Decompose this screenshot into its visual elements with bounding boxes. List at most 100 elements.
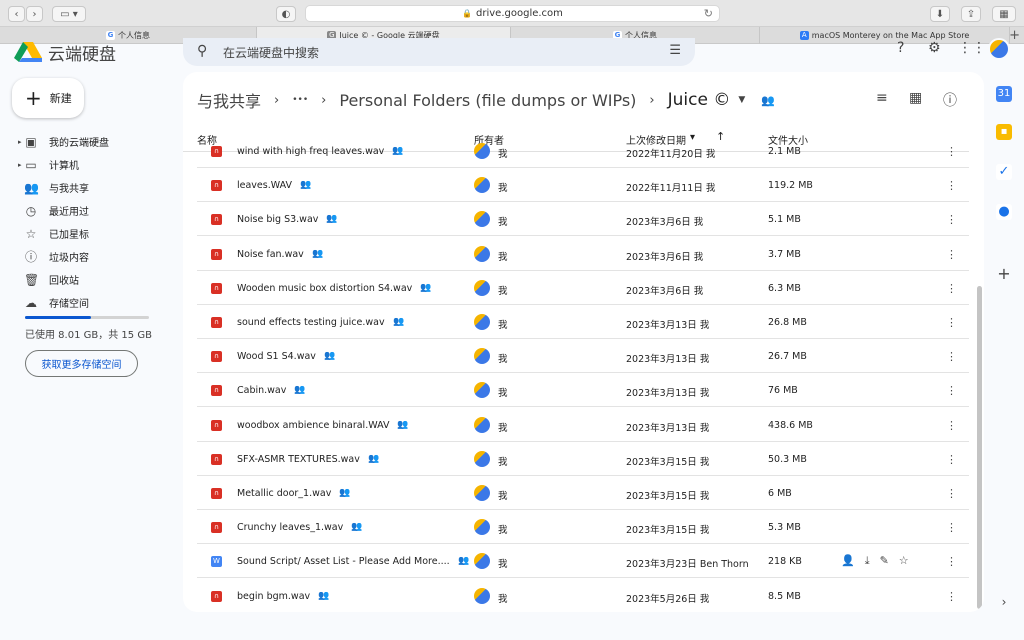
sidebar-item-recent[interactable]: ◷ 最近用过 <box>0 199 180 222</box>
table-row[interactable]: ∩ Wooden music box distortion S4.wav 👥 我 202… <box>197 271 969 305</box>
downloads-button[interactable]: ⬇ <box>930 6 950 22</box>
contacts-icon[interactable]: ● <box>996 204 1012 220</box>
file-name[interactable]: Wood S1 S4.wav <box>237 351 316 362</box>
file-name[interactable]: wind with high freq leaves.wav <box>237 146 384 157</box>
table-row[interactable]: ∩ SFX-ASMR TEXTURES.wav 👥 我 2023年3月15日 我 50.3… <box>197 442 969 476</box>
more-options-icon[interactable]: ⋮ <box>946 521 957 534</box>
file-name[interactable]: Cabin.wav <box>237 385 286 396</box>
more-options-icon[interactable]: ⋮ <box>946 282 957 295</box>
more-options-icon[interactable]: ⋮ <box>946 145 957 158</box>
more-options-icon[interactable]: ⋮ <box>946 453 957 466</box>
file-name[interactable]: leaves.WAV <box>237 180 292 191</box>
help-icon[interactable]: ? <box>897 40 904 56</box>
scrollbar[interactable] <box>977 286 982 609</box>
new-button[interactable]: + 新建 <box>12 78 84 118</box>
file-name[interactable]: Metallic door_1.wav <box>237 488 331 499</box>
expand-arrow-icon[interactable]: ▸ <box>18 161 22 169</box>
new-tab-button[interactable]: + <box>1009 27 1020 44</box>
file-name[interactable]: Sound Script/ Asset List - Please Add Mo… <box>237 556 450 567</box>
search-icon[interactable]: ⚲ <box>197 43 207 59</box>
search-input[interactable]: 在云端硬盘中搜索 <box>223 44 319 61</box>
settings-gear-icon[interactable]: ⚙ <box>928 40 941 56</box>
table-row[interactable]: ∩ Crunchy leaves_1.wav 👥 我 2023年3月15日 我 5.3 M… <box>197 510 969 545</box>
sidebar-item-trash[interactable]: 🗑 回收站 <box>0 268 180 291</box>
table-row[interactable]: ∩ Metallic door_1.wav 👥 我 2023年3月15日 我 6 MB ⋮ <box>197 476 969 510</box>
table-row[interactable]: ∩ wind with high freq leaves.wav 👥 我 2022年11… <box>197 134 969 168</box>
audio-file-icon: ∩ <box>211 146 222 157</box>
sidebar-item-starred[interactable]: ☆ 已加星标 <box>0 222 180 245</box>
owner-avatar <box>474 177 490 194</box>
more-options-icon[interactable]: ⋮ <box>946 419 957 432</box>
expand-arrow-icon[interactable]: ▸ <box>18 138 22 146</box>
more-options-icon[interactable]: ⋮ <box>946 487 957 500</box>
rename-pencil-icon[interactable]: ✎ <box>880 554 899 567</box>
reload-icon[interactable]: ↻ <box>704 7 713 20</box>
file-name[interactable]: woodbox ambience binaral.WAV <box>237 420 389 431</box>
file-modified: 2023年3月15日 我 <box>626 491 710 502</box>
share-person-icon[interactable]: 👤 <box>841 554 865 567</box>
table-row[interactable]: ∩ woodbox ambience binaral.WAV 👥 我 2023年3月13… <box>197 408 969 442</box>
file-name[interactable]: sound effects testing juice.wav <box>237 317 385 328</box>
drive-logo-icon[interactable] <box>14 40 42 62</box>
file-name[interactable]: Noise fan.wav <box>237 249 304 260</box>
address-bar[interactable]: 🔒 drive.google.com ↻ <box>305 5 720 22</box>
privacy-report-button[interactable]: ◐ <box>276 6 296 22</box>
shared-people-icon[interactable]: 👥 <box>761 94 775 107</box>
sidebar-item-shared[interactable]: 👥 与我共享 <box>0 176 180 199</box>
keep-icon[interactable]: ▪ <box>996 124 1012 140</box>
more-options-icon[interactable]: ⋮ <box>946 179 957 192</box>
forward-button[interactable]: › <box>26 6 43 22</box>
star-icon[interactable]: ☆ <box>899 554 919 567</box>
tasks-icon[interactable]: ✓ <box>996 164 1012 180</box>
account-avatar[interactable] <box>988 38 1010 60</box>
audio-file-icon: ∩ <box>211 180 222 192</box>
expand-panel-icon[interactable]: › <box>996 594 1012 610</box>
more-options-icon[interactable]: ⋮ <box>946 316 957 329</box>
tab-overview-button[interactable]: ▦ <box>992 6 1016 22</box>
table-row[interactable]: ∩ leaves.WAV 👥 我 2022年11月11日 我 119.2 MB ⋮ <box>197 168 969 203</box>
breadcrumb-current[interactable]: Juice © <box>668 90 731 110</box>
file-name[interactable]: SFX-ASMR TEXTURES.wav <box>237 454 360 465</box>
filter-options-icon[interactable]: ☰ <box>669 43 681 58</box>
sidebar-item-spam[interactable]: ⓘ 垃圾内容 <box>0 245 180 268</box>
breadcrumb-ellipsis[interactable]: ••• <box>292 95 308 105</box>
table-row[interactable]: ∩ begin bgm.wav 👥 我 2023年5月26日 我 8.5 MB ⋮ <box>197 579 969 612</box>
table-row[interactable]: ∩ Noise fan.wav 👥 我 2023年3月6日 我 3.7 MB ⋮ <box>197 237 969 271</box>
table-row[interactable]: ∩ Noise big S3.wav 👥 我 2023年3月6日 我 5.1 MB ⋮ <box>197 202 969 237</box>
breadcrumb-parent[interactable]: Personal Folders (file dumps or WIPs) <box>339 91 636 110</box>
chevron-down-icon[interactable]: ▼ <box>738 95 745 105</box>
file-name[interactable]: Noise big S3.wav <box>237 214 318 225</box>
file-name[interactable]: begin bgm.wav <box>237 591 310 602</box>
sidebar-item-computers[interactable]: ▸ ▭ 计算机 <box>0 153 180 176</box>
more-options-icon[interactable]: ⋮ <box>946 248 957 261</box>
share-button[interactable]: ⇪ <box>961 6 981 22</box>
get-more-storage-button[interactable]: 获取更多存储空间 <box>25 350 138 377</box>
file-modified: 2023年5月26日 我 <box>626 593 710 605</box>
download-icon[interactable]: ⤓ <box>865 554 880 567</box>
url-text: drive.google.com <box>476 8 563 19</box>
apps-grid-icon[interactable]: ⋮⋮ <box>958 40 986 56</box>
more-options-icon[interactable]: ⋮ <box>946 555 957 568</box>
more-options-icon[interactable]: ⋮ <box>946 384 957 397</box>
info-icon[interactable]: ⓘ <box>943 90 957 110</box>
table-row[interactable]: ∩ Cabin.wav 👥 我 2023年3月13日 我 76 MB ⋮ <box>197 373 969 408</box>
grid-view-icon[interactable]: ▦ <box>909 90 922 106</box>
table-row[interactable]: W Sound Script/ Asset List - Please Add M… <box>197 544 969 579</box>
sidebar-toggle-button[interactable]: ▭ ▾ <box>52 6 86 22</box>
more-options-icon[interactable]: ⋮ <box>946 590 957 603</box>
table-row[interactable]: ∩ sound effects testing juice.wav 👥 我 2023年3… <box>197 305 969 339</box>
filter-icon[interactable]: ≡ <box>876 90 888 106</box>
back-button[interactable]: ‹ <box>8 6 25 22</box>
sidebar-item-my-drive[interactable]: ▸ ▣ 我的云端硬盘 <box>0 130 180 153</box>
table-row[interactable]: ∩ Wood S1 S4.wav 👥 我 2023年3月13日 我 26.7 MB ⋮ <box>197 339 969 374</box>
file-name[interactable]: Crunchy leaves_1.wav <box>237 522 343 533</box>
breadcrumb-root[interactable]: 与我共享 <box>197 88 261 112</box>
file-name[interactable]: Wooden music box distortion S4.wav <box>237 283 412 294</box>
more-options-icon[interactable]: ⋮ <box>946 350 957 363</box>
sidebar-item-storage[interactable]: ☁ 存储空间 <box>0 291 180 314</box>
search-bar[interactable]: ⚲ 在云端硬盘中搜索 ☰ <box>183 38 695 66</box>
more-options-icon[interactable]: ⋮ <box>946 213 957 226</box>
add-addon-icon[interactable]: + <box>996 266 1012 282</box>
calendar-icon[interactable]: 31 <box>996 86 1012 102</box>
owner-avatar <box>474 279 490 296</box>
